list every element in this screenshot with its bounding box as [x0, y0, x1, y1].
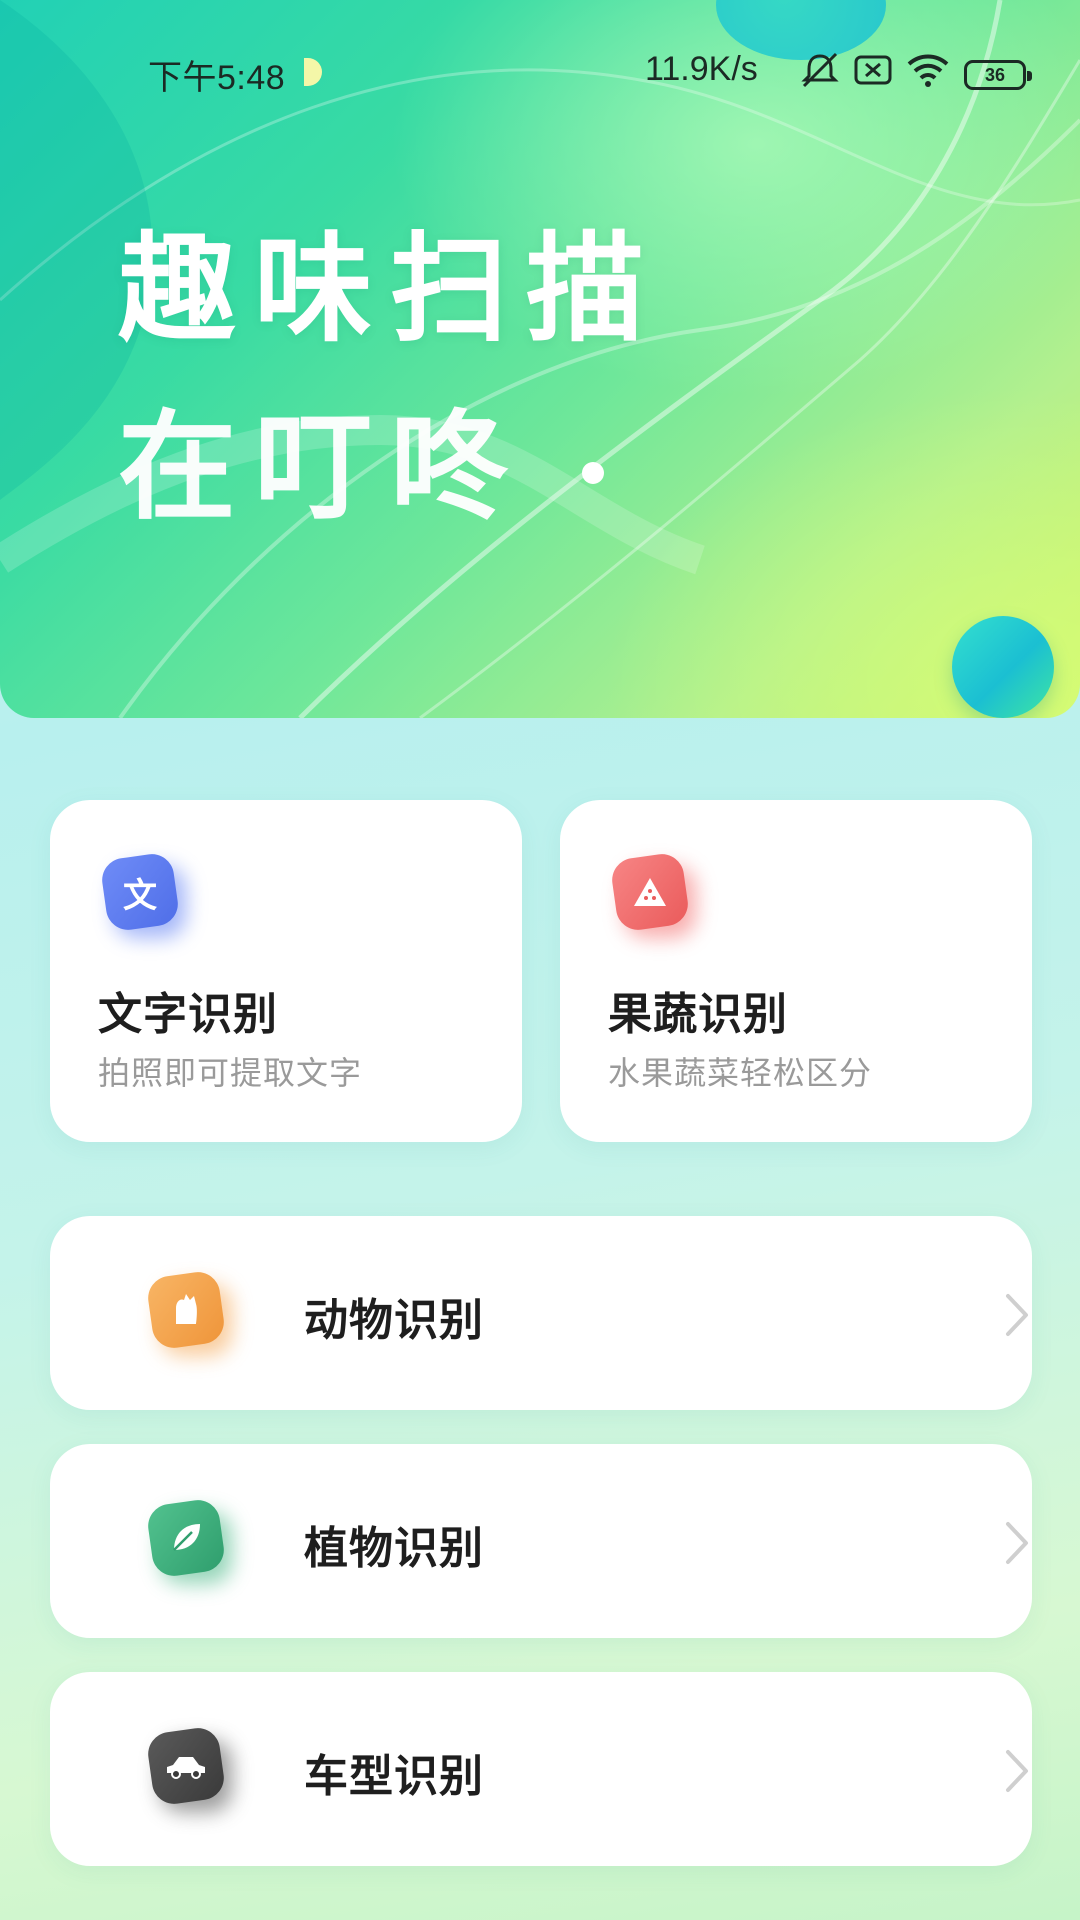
network-speed: 11.9K/s: [645, 50, 758, 88]
decorative-orb-bottom: [952, 616, 1054, 718]
row-label: 植物识别: [304, 1523, 484, 1574]
fruit-icon: [609, 851, 698, 940]
card-title: 果蔬识别: [608, 989, 788, 1040]
sim-x-icon: [854, 54, 892, 95]
status-icons: 36: [800, 52, 1032, 97]
wifi-icon: [906, 52, 950, 97]
text-recognition-icon: 文: [99, 851, 188, 940]
row-label: 动物识别: [304, 1295, 484, 1346]
row-label: 车型识别: [304, 1751, 484, 1802]
status-bar: 下午5:48 11.9K/s 36: [0, 40, 1080, 100]
car-recognition-row[interactable]: 车型识别: [50, 1672, 1032, 1866]
chevron-right-icon: [1006, 1294, 1028, 1336]
status-time: 下午5:48: [148, 59, 286, 97]
card-title: 文字识别: [98, 989, 278, 1040]
mute-icon: [800, 52, 840, 97]
hero-title: 趣味扫描: [118, 220, 663, 358]
do-not-disturb-icon: [304, 58, 322, 86]
battery-icon: 36: [964, 59, 1032, 90]
hero-dot: [582, 462, 604, 484]
text-recognition-card[interactable]: 文 文字识别 拍照即可提取文字: [50, 800, 522, 1142]
hero-subtitle: 在叮咚: [118, 398, 527, 536]
leaf-icon: [145, 1497, 232, 1584]
hero-banner: 下午5:48 11.9K/s 36 趣味扫描 在叮咚: [0, 0, 1080, 718]
card-description: 拍照即可提取文字: [98, 1054, 363, 1092]
animal-icon: [145, 1269, 232, 1356]
plant-recognition-row[interactable]: 植物识别: [50, 1444, 1032, 1638]
text-glyph: 文: [123, 875, 157, 916]
chevron-right-icon: [1006, 1750, 1028, 1792]
car-icon: [145, 1725, 232, 1812]
animal-recognition-row[interactable]: 动物识别: [50, 1216, 1032, 1410]
fruit-recognition-card[interactable]: 果蔬识别 水果蔬菜轻松区分: [560, 800, 1032, 1142]
card-description: 水果蔬菜轻松区分: [608, 1054, 873, 1092]
hero-background-swirl: [0, 0, 1080, 718]
chevron-right-icon: [1006, 1522, 1028, 1564]
